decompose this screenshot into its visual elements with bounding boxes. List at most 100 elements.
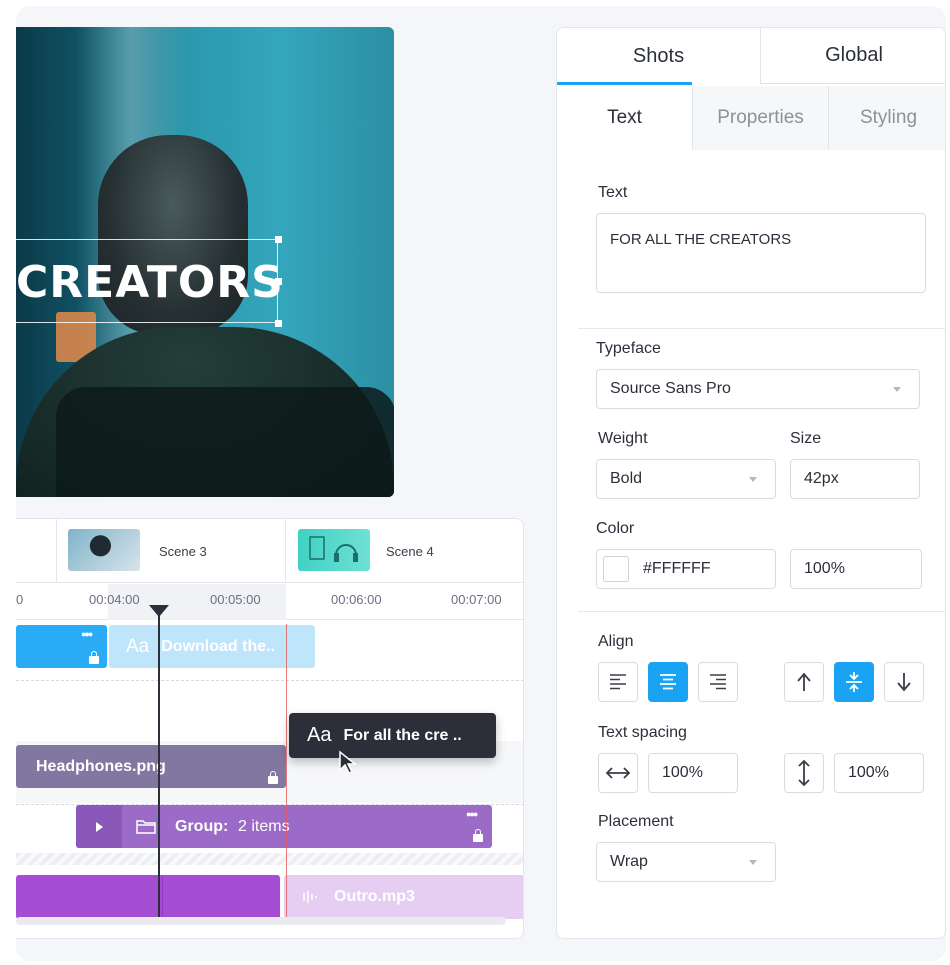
letter-spacing-button[interactable]	[598, 753, 638, 793]
group-label: Group:	[175, 818, 229, 835]
audio-clip-outro[interactable]: Outro.mp3	[284, 875, 523, 919]
headphones-thumbnail-icon	[309, 536, 358, 562]
empty-track-hatch	[16, 853, 523, 865]
clip-label: Outro.mp3	[334, 888, 415, 905]
video-preview[interactable]: CREATORS	[16, 27, 394, 497]
resize-handle-top-right[interactable]	[275, 236, 282, 243]
letter-spacing-input[interactable]: 100%	[648, 753, 738, 793]
resize-handle-bottom-right[interactable]	[275, 320, 282, 327]
align-middle-icon	[846, 672, 862, 692]
arrow-down-icon	[897, 673, 911, 692]
text-type-icon: Aa	[126, 635, 150, 657]
valign-middle-button[interactable]	[834, 662, 874, 702]
weight-label: Weight	[598, 430, 648, 447]
subtab-text[interactable]: Text	[557, 86, 692, 150]
valign-bottom-button[interactable]	[884, 662, 924, 702]
typeface-label: Typeface	[596, 340, 661, 357]
align-center-button[interactable]	[648, 662, 688, 702]
chevron-down-icon	[749, 860, 757, 865]
app-frame: CREATORS Scene 3 Scene 4 0 00:04:00 00:0…	[16, 6, 946, 961]
preview-chair	[56, 387, 394, 497]
align-right-button[interactable]	[698, 662, 738, 702]
chevron-down-icon	[749, 477, 757, 482]
tab-shots[interactable]: Shots	[557, 28, 760, 84]
audio-waveform-icon	[303, 891, 317, 903]
color-opacity-input[interactable]: 100%	[790, 549, 922, 589]
clip-options-icon[interactable]: ●●●	[466, 809, 478, 819]
ruler-tick: 00:07:00	[451, 592, 502, 607]
ruler-tick: 00:06:00	[331, 592, 382, 607]
resize-handle-right[interactable]	[275, 278, 282, 285]
weight-select[interactable]: Bold	[596, 459, 776, 499]
valign-top-button[interactable]	[784, 662, 824, 702]
size-label: Size	[790, 430, 822, 447]
align-left-button[interactable]	[598, 662, 638, 702]
text-clip-download[interactable]: Aa Download the..	[109, 625, 315, 668]
vertical-arrows-icon	[798, 759, 810, 787]
panel-subtabs: Text Properties Styling	[557, 86, 945, 150]
weight-value: Bold	[610, 470, 643, 487]
line-spacing-button[interactable]	[784, 753, 824, 793]
ruler-tick: 00:04:00	[89, 592, 140, 607]
placement-value: Wrap	[610, 853, 648, 870]
align-label: Align	[598, 633, 634, 650]
playhead-line[interactable]	[158, 605, 160, 917]
font-size-input[interactable]: 42px	[790, 459, 920, 499]
clip-label: Download the..	[161, 637, 276, 655]
color-input[interactable]: #FFFFFF	[596, 549, 776, 589]
align-right-icon	[710, 674, 726, 690]
playhead-handle[interactable]	[149, 605, 169, 617]
active-tab-indicator	[557, 82, 692, 85]
typeface-select[interactable]: Source Sans Pro	[596, 369, 920, 409]
text-clip-previous[interactable]: ●●●	[16, 625, 107, 668]
scene-4-thumbnail[interactable]	[298, 529, 370, 571]
scene-3-label[interactable]: Scene 3	[159, 544, 207, 559]
align-left-icon	[610, 674, 626, 690]
ruler-tick: 0	[16, 592, 24, 607]
subtab-styling[interactable]: Styling	[828, 86, 945, 150]
image-clip-headphones[interactable]: Headphones.png	[16, 745, 286, 788]
text-spacing-label: Text spacing	[598, 724, 687, 741]
horizontal-arrows-icon	[605, 767, 631, 779]
subtab-properties[interactable]: Properties	[692, 86, 828, 150]
properties-panel: Shots Global Text Properties Styling Tex…	[556, 27, 946, 939]
clip-options-icon[interactable]: ●●●	[81, 629, 93, 639]
text-field-label: Text	[598, 184, 628, 201]
expand-arrow-icon[interactable]	[94, 821, 104, 833]
folder-icon	[136, 820, 156, 834]
tab-global[interactable]: Global	[760, 28, 945, 84]
scene-strip: Scene 3 Scene 4	[16, 519, 523, 583]
scene-3-thumbnail[interactable]	[68, 529, 140, 571]
drop-indicator-line	[286, 624, 287, 917]
color-swatch[interactable]	[603, 556, 629, 582]
text-type-icon: Aa	[307, 724, 332, 746]
placement-select[interactable]: Wrap	[596, 842, 776, 882]
line-spacing-input[interactable]: 100%	[834, 753, 924, 793]
timeline-horizontal-scrollbar[interactable]	[16, 917, 506, 925]
scene-divider	[56, 519, 57, 583]
lock-icon[interactable]	[89, 651, 99, 664]
arrow-up-icon	[797, 672, 811, 691]
lock-icon[interactable]	[268, 771, 278, 784]
audio-clip[interactable]	[16, 875, 280, 919]
text-selection-box[interactable]	[16, 239, 278, 323]
color-hex-value: #FFFFFF	[643, 560, 711, 577]
drag-clip-label: For all the cre ..	[343, 726, 462, 744]
placement-label: Placement	[598, 813, 674, 830]
group-clip[interactable]: Group: 2 items ●●●	[76, 805, 492, 848]
section-divider	[578, 328, 945, 329]
chevron-down-icon	[893, 387, 901, 392]
typeface-value: Source Sans Pro	[610, 380, 731, 397]
track-divider	[16, 680, 523, 681]
scene-4-label[interactable]: Scene 4	[386, 544, 434, 559]
timeline-ruler[interactable]: 0 00:04:00 00:05:00 00:06:00 00:07:00	[16, 584, 523, 620]
text-content-input[interactable]: FOR ALL THE CREATORS	[596, 213, 926, 293]
lock-icon[interactable]	[473, 829, 483, 842]
panel-tabs: Shots Global	[557, 28, 945, 85]
dragging-text-clip-tooltip: Aa For all the cre ..	[289, 713, 496, 758]
clip-label: Headphones.png	[36, 757, 166, 775]
color-label: Color	[596, 520, 635, 537]
group-count: 2 items	[238, 818, 290, 835]
align-center-icon	[660, 674, 676, 690]
section-divider	[578, 611, 945, 612]
